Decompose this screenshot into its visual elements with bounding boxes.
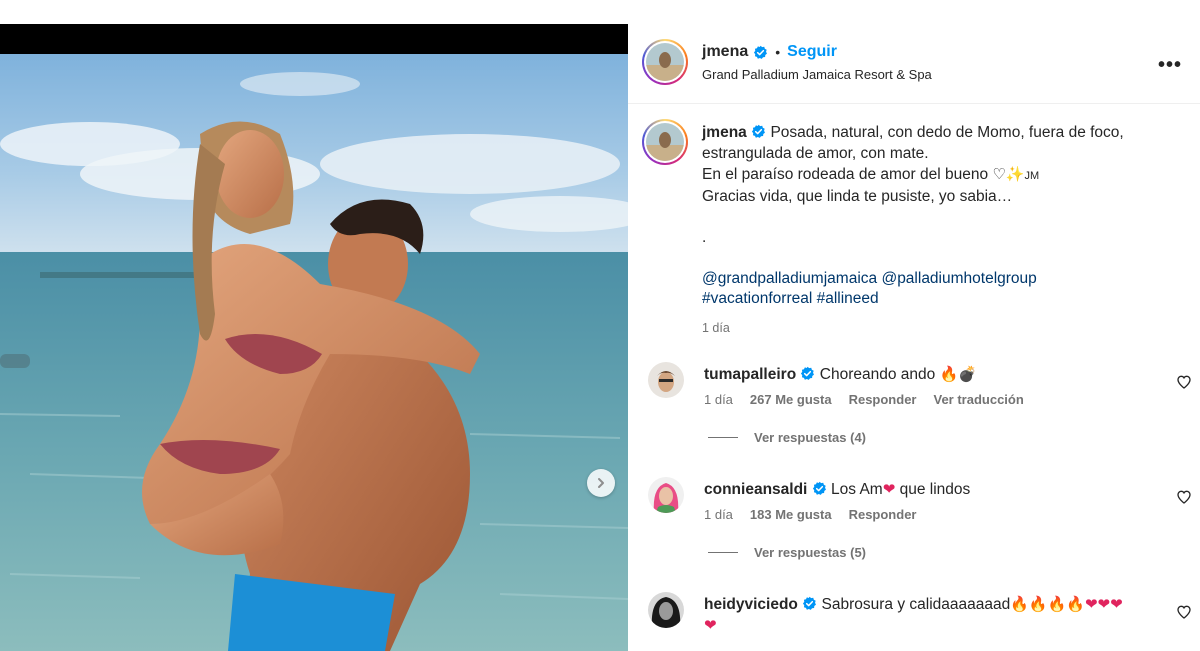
- commenter-username[interactable]: connieansaldi: [704, 481, 807, 498]
- mention-grandpalladiumjamaica[interactable]: @grandpalladiumjamaica: [702, 270, 877, 287]
- mention-palladiumhotelgroup[interactable]: @palladiumhotelgroup: [881, 270, 1036, 287]
- caption-username[interactable]: jmena: [702, 124, 747, 141]
- caption-line-3: En el paraíso rodeada de amor del bueno: [702, 166, 989, 183]
- more-options-icon[interactable]: •••: [1158, 54, 1182, 77]
- comment-timestamp[interactable]: 1 día: [704, 507, 733, 522]
- comment-meta: 1 día 183 Me gusta Responder: [704, 507, 916, 522]
- caption-line-3-emoji: ♡✨: [992, 165, 1025, 183]
- author-username[interactable]: jmena: [702, 43, 748, 61]
- verified-badge-icon: [803, 596, 817, 610]
- post-photo[interactable]: [0, 54, 628, 651]
- caption-line-5: .: [702, 229, 707, 246]
- media-letterbox-bar: [0, 24, 628, 54]
- translate-button[interactable]: Ver traducción: [933, 392, 1023, 407]
- caption-timestamp[interactable]: 1 día: [702, 318, 1182, 339]
- post-location[interactable]: Grand Palladium Jamaica Resort & Spa: [702, 67, 932, 82]
- separator-dot: •: [775, 44, 781, 60]
- verified-badge-icon: [754, 45, 768, 59]
- verified-badge-icon: [801, 366, 815, 380]
- post-media-panel: [0, 0, 628, 651]
- heart-outline-icon[interactable]: [1176, 489, 1192, 505]
- caption-author-avatar[interactable]: [642, 119, 688, 165]
- post-side-panel: jmena • Seguir Grand Palladium Jamaica R…: [628, 24, 1200, 651]
- view-replies-label: Ver respuestas (4): [754, 430, 867, 445]
- reply-button[interactable]: Responder: [849, 392, 917, 407]
- comment-emoji: ❤: [882, 480, 896, 498]
- caption-line-1: Posada, natural, con dedo de Momo, fuera…: [770, 124, 1124, 141]
- comment-text: Sabrosura y calidaaaaaaad: [821, 596, 1011, 613]
- header-name-row: jmena • Seguir: [702, 43, 837, 61]
- comment-body: tumapalleiro Choreando ando 🔥💣: [704, 364, 1164, 385]
- post-header: jmena • Seguir Grand Palladium Jamaica R…: [628, 24, 1200, 104]
- caption-text: jmena Posada, natural, con dedo de Momo,…: [702, 123, 1182, 338]
- heart-outline-icon[interactable]: [1176, 374, 1192, 390]
- comment-emoji-hearts: ❤❤❤: [1084, 595, 1123, 613]
- view-replies-button[interactable]: Ver respuestas (5): [708, 545, 866, 560]
- commenter-avatar[interactable]: [648, 592, 684, 628]
- hashtag-vacationforreal[interactable]: #vacationforreal: [702, 290, 812, 307]
- comment-text: Los Am: [831, 481, 883, 498]
- heart-outline-icon[interactable]: [1176, 604, 1192, 620]
- comment-body: heidyviciedo Sabrosura y calidaaaaaaad🔥🔥…: [704, 594, 1164, 636]
- caption-line-4: Gracias vida, que linda te pusiste, yo s…: [702, 187, 1013, 205]
- comment-emoji: 🔥💣: [939, 365, 977, 383]
- author-avatar[interactable]: [642, 39, 688, 85]
- reply-button[interactable]: Responder: [849, 507, 917, 522]
- replies-divider: [708, 437, 738, 438]
- comment-timestamp[interactable]: 1 día: [704, 392, 733, 407]
- replies-divider: [708, 552, 738, 553]
- comment-emoji-line-2: ❤: [704, 616, 717, 634]
- caption-line-2: estrangulada de amor, con mate.: [702, 144, 929, 162]
- comment-body: connieansaldi Los Am❤ que lindos: [704, 479, 1164, 500]
- follow-button[interactable]: Seguir: [787, 43, 837, 61]
- verified-badge-icon: [752, 124, 766, 138]
- view-replies-button[interactable]: Ver respuestas (4): [708, 430, 866, 445]
- comment-text-after: que lindos: [895, 481, 971, 498]
- view-replies-label: Ver respuestas (5): [754, 545, 867, 560]
- caption-line-3-tag: JM: [1024, 170, 1040, 182]
- comment-text: Choreando ando: [819, 366, 936, 383]
- verified-badge-icon: [812, 481, 826, 495]
- comment-emoji-fire: 🔥🔥🔥🔥: [1010, 595, 1085, 613]
- commenter-avatar[interactable]: [648, 477, 684, 513]
- comment-meta: 1 día 267 Me gusta Responder Ver traducc…: [704, 392, 1024, 407]
- commenter-username[interactable]: heidyviciedo: [704, 596, 798, 613]
- hashtag-allineed[interactable]: #allineed: [817, 290, 879, 307]
- next-slide-button[interactable]: [587, 469, 615, 497]
- commenter-username[interactable]: tumapalleiro: [704, 366, 796, 383]
- commenter-avatar[interactable]: [648, 362, 684, 398]
- comment-like-count[interactable]: 267 Me gusta: [750, 392, 832, 407]
- comment-like-count[interactable]: 183 Me gusta: [750, 507, 832, 522]
- chevron-right-icon: [598, 478, 604, 488]
